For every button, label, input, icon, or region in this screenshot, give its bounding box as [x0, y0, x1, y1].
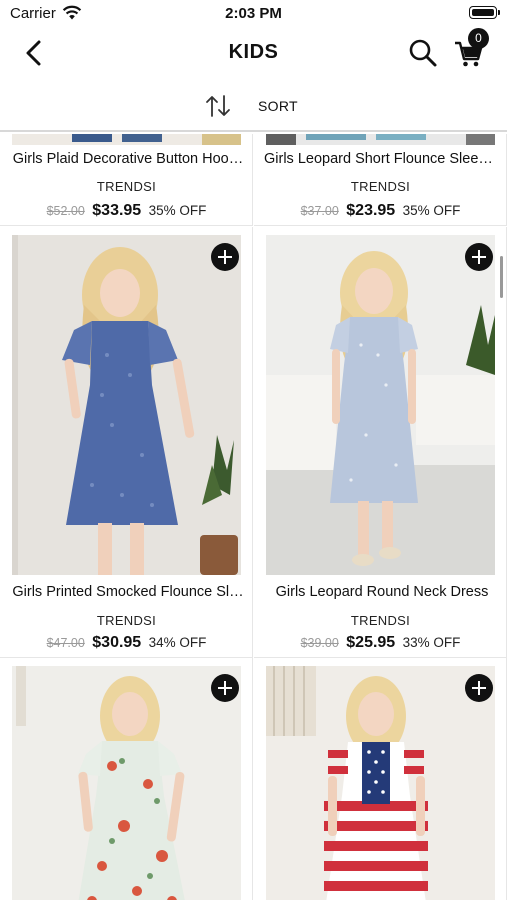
scrollbar[interactable]	[500, 256, 503, 298]
product-image[interactable]	[266, 134, 495, 145]
product-card[interactable]	[0, 658, 253, 900]
product-card[interactable]: Girls Plaid Decorative Button Hoo… TREND…	[0, 134, 253, 226]
product-card[interactable]: Girls Leopard Round Neck Dress TRENDSI $…	[254, 227, 507, 658]
discount-label: 35% OFF	[148, 203, 207, 218]
product-name[interactable]: Girls Leopard Round Neck Dress	[264, 584, 500, 600]
product-brand: TRENDSI	[96, 613, 157, 628]
product-image[interactable]	[12, 235, 241, 575]
discount-label: 34% OFF	[148, 635, 207, 650]
cart-count-badge[interactable]: 0	[468, 28, 489, 49]
add-to-bag-plus-icon[interactable]	[465, 243, 493, 271]
sale-price: $33.95	[92, 202, 142, 219]
product-card[interactable]: Girls Printed Smocked Flounce Sl… TRENDS…	[0, 227, 253, 658]
search-icon[interactable]	[407, 37, 439, 69]
product-card[interactable]	[254, 658, 507, 900]
product-image[interactable]	[266, 235, 495, 575]
status-bar: Carrier 2:03 PM	[0, 0, 507, 26]
product-brand: TRENDSI	[350, 179, 411, 194]
product-grid: Girls Plaid Decorative Button Hoo… TREND…	[0, 134, 507, 900]
product-image[interactable]	[12, 134, 241, 145]
sale-price: $23.95	[346, 202, 396, 219]
product-name[interactable]: Girls Printed Smocked Flounce Sl…	[10, 584, 246, 600]
sale-price: $25.95	[346, 634, 396, 651]
original-price: $47.00	[46, 636, 85, 650]
product-image[interactable]	[266, 666, 495, 900]
product-card[interactable]: Girls Leopard Short Flounce Sleev… TREND…	[254, 134, 507, 226]
original-price: $52.00	[46, 204, 85, 218]
battery-icon	[469, 6, 500, 19]
add-to-bag-plus-icon[interactable]	[211, 674, 239, 702]
nav-bar: KIDS 0	[0, 26, 507, 80]
original-price: $39.00	[300, 636, 339, 650]
sale-price: $30.95	[92, 634, 142, 651]
product-image[interactable]	[12, 666, 241, 900]
sort-arrows-icon[interactable]	[205, 94, 231, 118]
clock: 2:03 PM	[225, 5, 282, 22]
product-name[interactable]: Girls Leopard Short Flounce Sleev…	[264, 151, 500, 167]
discount-label: 35% OFF	[402, 203, 461, 218]
original-price: $37.00	[300, 204, 339, 218]
product-brand: TRENDSI	[96, 179, 157, 194]
sort-label[interactable]: SORT	[258, 98, 298, 114]
add-to-bag-plus-icon[interactable]	[211, 243, 239, 271]
add-to-bag-plus-icon[interactable]	[465, 674, 493, 702]
discount-label: 33% OFF	[402, 635, 461, 650]
sort-bar[interactable]: SORT	[0, 80, 507, 132]
product-name[interactable]: Girls Plaid Decorative Button Hoo…	[10, 151, 246, 167]
product-brand: TRENDSI	[350, 613, 411, 628]
